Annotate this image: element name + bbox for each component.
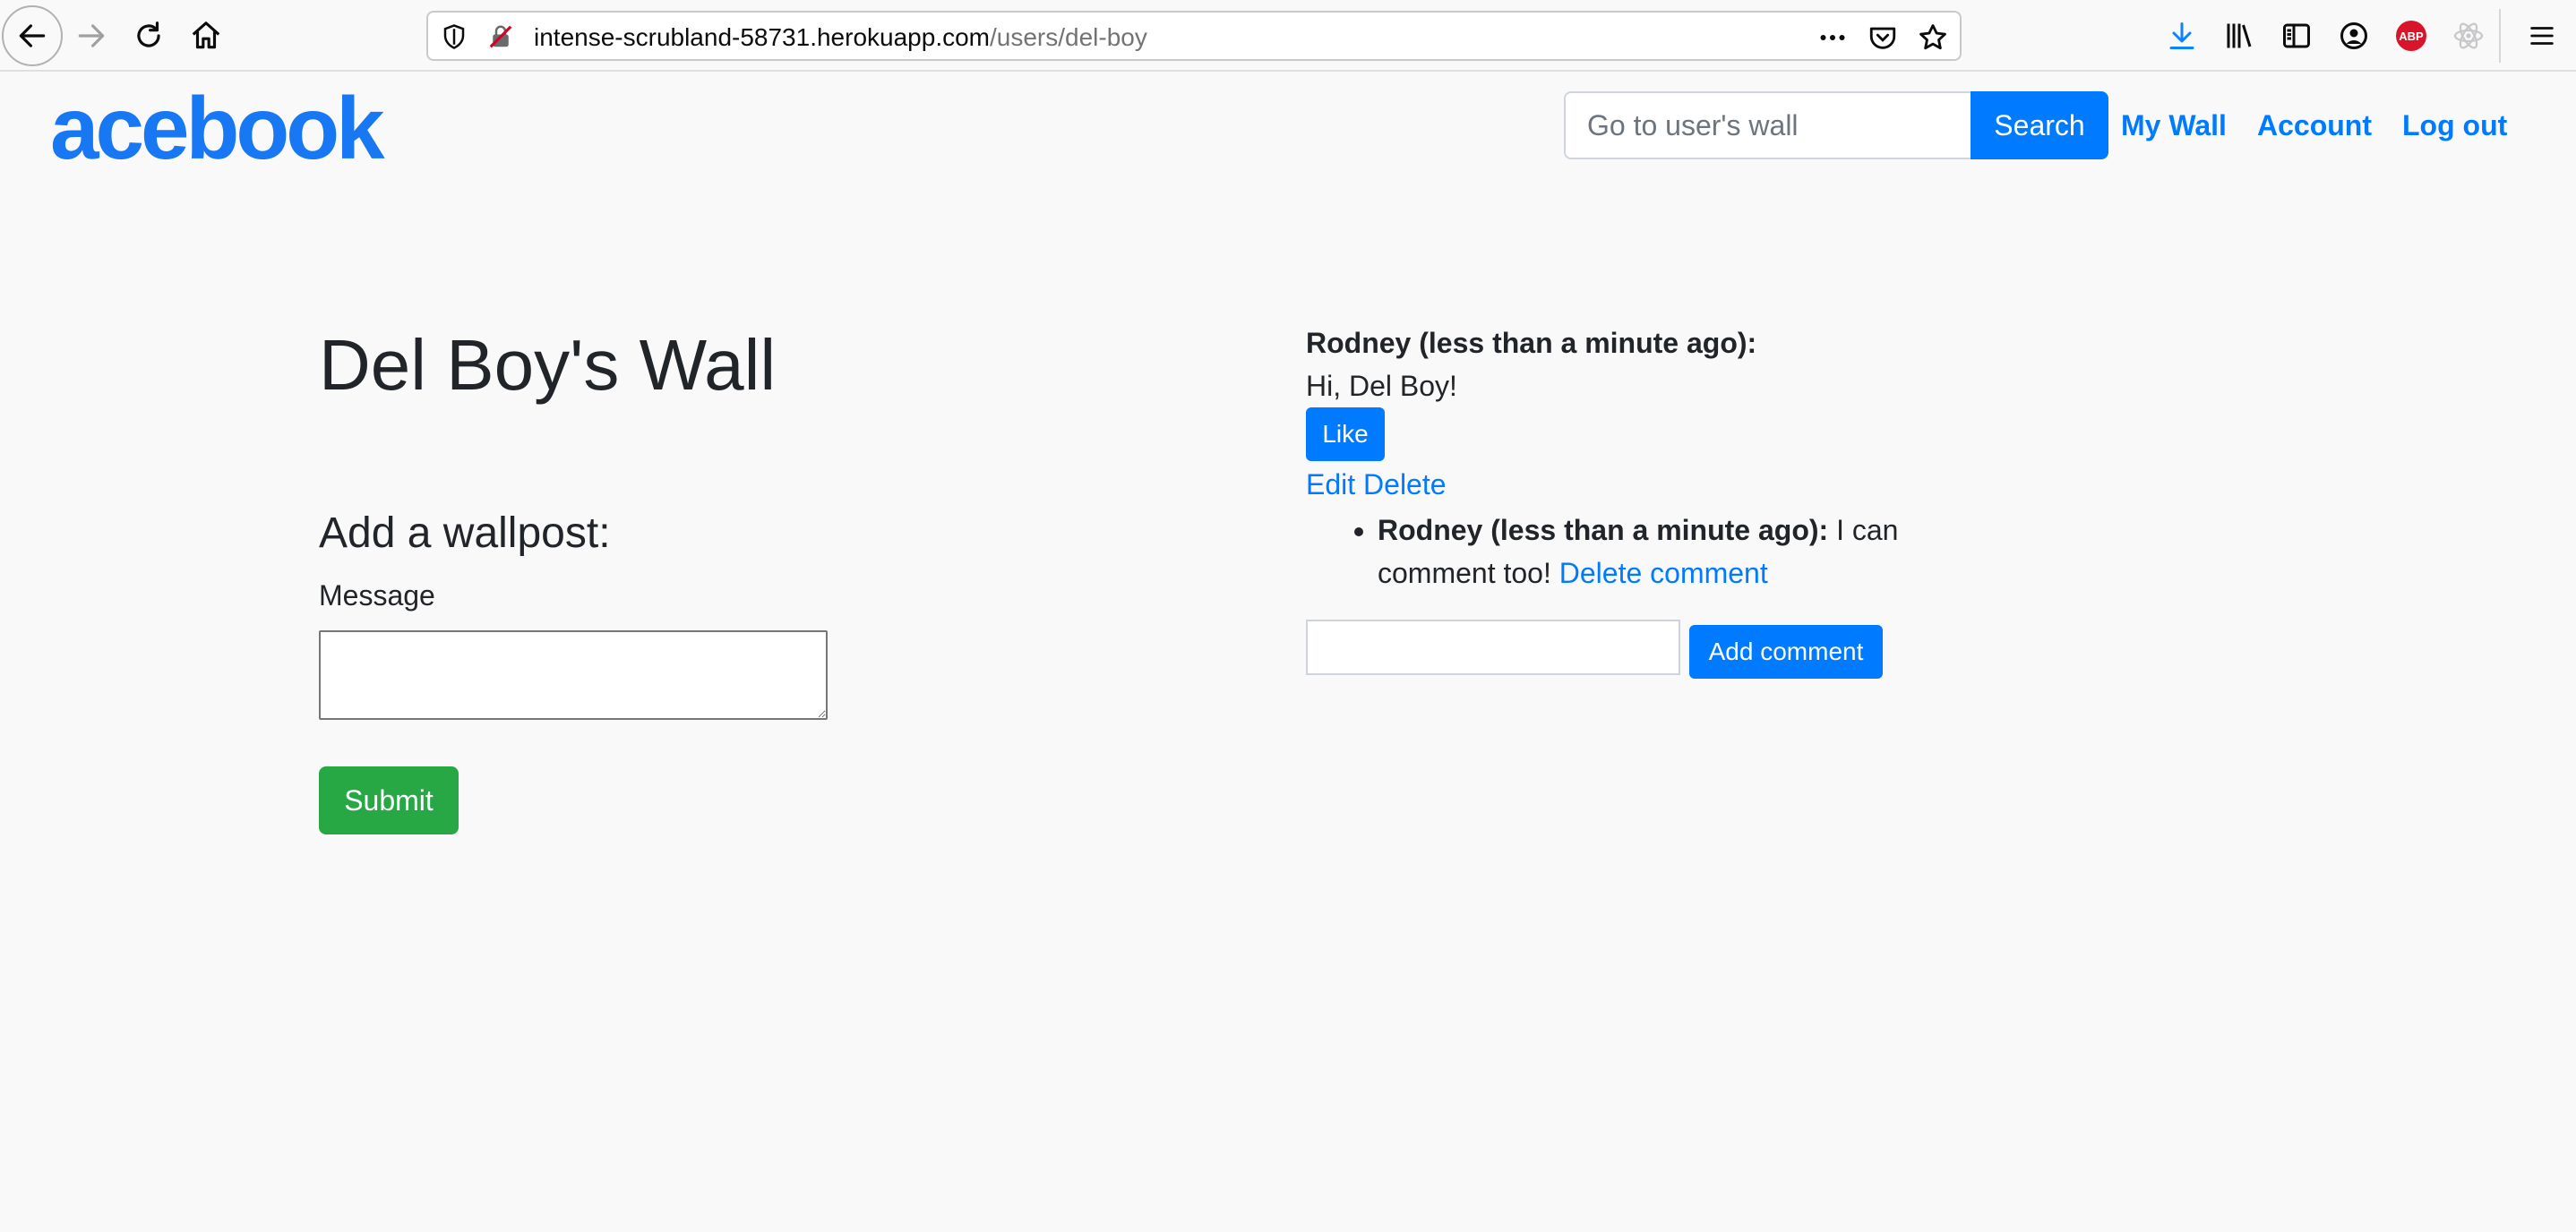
- home-icon: [192, 21, 220, 49]
- comment-author: Rodney (less than a minute ago):: [1378, 514, 1829, 546]
- delete-post-link[interactable]: Delete: [1363, 468, 1447, 500]
- back-button[interactable]: [2, 5, 63, 66]
- comment-input[interactable]: [1306, 620, 1680, 675]
- url-path: /users/del-boy: [990, 23, 1147, 51]
- more-dots-icon: [1820, 35, 1845, 40]
- message-textarea[interactable]: [319, 630, 828, 720]
- search-button[interactable]: Search: [1971, 91, 2108, 159]
- hamburger-menu-icon[interactable]: [2524, 18, 2560, 54]
- log-out-link[interactable]: Log out: [2402, 106, 2507, 145]
- downloads-icon[interactable]: [2164, 18, 2200, 54]
- delete-comment-link[interactable]: Delete comment: [1559, 557, 1768, 589]
- react-devtools-icon[interactable]: [2451, 18, 2486, 54]
- adblock-icon[interactable]: ABP: [2393, 18, 2429, 54]
- like-button[interactable]: Like: [1306, 407, 1385, 461]
- post-author: Rodney (less than a minute ago):: [1306, 327, 1757, 359]
- comment-item: Rodney (less than a minute ago): I can c…: [1378, 509, 1933, 595]
- shield-icon[interactable]: [441, 23, 468, 50]
- forward-button[interactable]: [61, 5, 122, 66]
- back-arrow-icon: [19, 24, 46, 47]
- post-body: Hi, Del Boy!: [1306, 370, 1457, 402]
- comment-list: Rodney (less than a minute ago): I can c…: [1306, 509, 1933, 595]
- user-search-input[interactable]: [1564, 91, 1972, 159]
- add-comment-button[interactable]: Add comment: [1689, 625, 1883, 679]
- post-actions: Edit Delete: [1306, 466, 1447, 503]
- reload-button[interactable]: [118, 5, 179, 66]
- sidebar-icon[interactable]: [2279, 18, 2314, 54]
- edit-post-link[interactable]: Edit: [1306, 468, 1355, 500]
- my-wall-link[interactable]: My Wall: [2121, 106, 2227, 145]
- bookmark-star-icon[interactable]: [1917, 21, 1949, 54]
- account-link[interactable]: Account: [2257, 106, 2372, 145]
- home-button[interactable]: [176, 5, 236, 66]
- address-bar[interactable]: intense-scrubland-58731.herokuapp.com/us…: [426, 11, 1962, 61]
- forward-arrow-icon: [78, 24, 105, 47]
- adblock-label: ABP: [2396, 21, 2426, 51]
- reload-icon: [137, 21, 160, 47]
- page-actions-icon[interactable]: [1816, 21, 1849, 54]
- message-label: Message: [319, 579, 435, 612]
- submit-button[interactable]: Submit: [319, 766, 459, 834]
- url-host: intense-scrubland-58731.herokuapp.com: [534, 23, 990, 51]
- toolbar-separator: [2499, 9, 2501, 63]
- insecure-lock-icon[interactable]: [487, 23, 514, 50]
- browser-toolbar: intense-scrubland-58731.herokuapp.com/us…: [0, 0, 2576, 72]
- url-text[interactable]: intense-scrubland-58731.herokuapp.com/us…: [534, 23, 1147, 52]
- pocket-icon[interactable]: [1867, 21, 1899, 54]
- account-icon[interactable]: [2336, 18, 2372, 54]
- wallpost-form-heading: Add a wallpost:: [319, 509, 611, 557]
- library-icon[interactable]: [2221, 18, 2257, 54]
- brand-logo[interactable]: acebook: [50, 75, 385, 181]
- page-title: Del Boy's Wall: [319, 325, 777, 405]
